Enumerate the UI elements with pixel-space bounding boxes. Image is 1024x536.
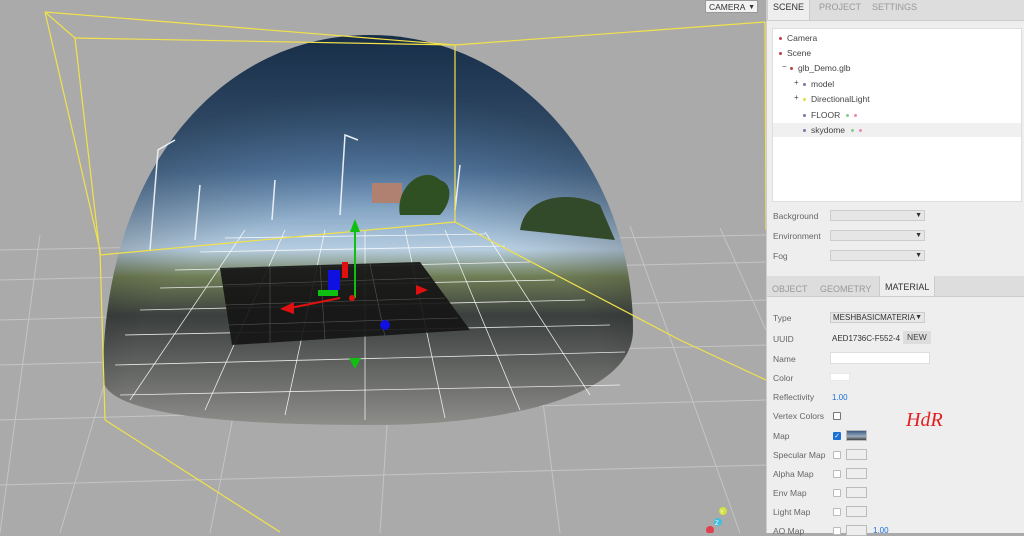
object-dot-icon bbox=[790, 67, 793, 71]
specular-map-slot[interactable] bbox=[846, 449, 867, 460]
color-swatch[interactable] bbox=[830, 373, 850, 381]
alpha-map-checkbox[interactable] bbox=[833, 470, 841, 478]
type-label: Type bbox=[773, 313, 792, 323]
chevron-down-icon: ▼ bbox=[915, 212, 922, 219]
light-map-label: Light Map bbox=[773, 507, 811, 517]
specular-map-checkbox[interactable] bbox=[833, 451, 841, 459]
uuid-value: AED1736C-F552-4 bbox=[832, 334, 901, 343]
ao-map-slot[interactable] bbox=[846, 525, 867, 536]
chevron-down-icon: ▼ bbox=[915, 314, 922, 321]
object-dot-icon bbox=[803, 129, 806, 133]
env-map-slot[interactable] bbox=[846, 487, 867, 498]
alpha-map-slot[interactable] bbox=[846, 468, 867, 479]
background-label: Background bbox=[773, 211, 819, 221]
object-dot-icon bbox=[779, 37, 782, 41]
map-label: Map bbox=[773, 431, 790, 441]
vertex-colors-label: Vertex Colors bbox=[773, 411, 825, 421]
expand-icon[interactable]: + bbox=[794, 78, 799, 87]
map-texture-thumbnail[interactable] bbox=[846, 430, 867, 441]
outliner-item-skydome[interactable]: skydome bbox=[773, 123, 1021, 137]
camera-select-value: CAMERA bbox=[709, 2, 746, 12]
chevron-down-icon: ▼ bbox=[915, 252, 922, 259]
outliner-label: model bbox=[811, 79, 835, 89]
tab-settings[interactable]: SETTINGS bbox=[867, 0, 922, 20]
axis-z-label: Z bbox=[715, 521, 719, 527]
outliner-label: FLOOR bbox=[811, 110, 841, 120]
tab-geometry[interactable]: GEOMETRY bbox=[815, 282, 876, 302]
outliner-label: glb_Demo.glb bbox=[798, 63, 851, 73]
object-dot-icon bbox=[803, 98, 806, 102]
object-dot-icon bbox=[803, 83, 806, 87]
outliner-item-model[interactable]: model bbox=[803, 77, 834, 91]
chevron-down-icon: ▼ bbox=[748, 4, 755, 11]
tab-material[interactable]: MATERIAL bbox=[879, 276, 936, 296]
reflectivity-value[interactable]: 1.00 bbox=[832, 393, 848, 402]
outliner-label: skydome bbox=[811, 125, 846, 135]
environment-select[interactable]: ▼ bbox=[830, 230, 925, 241]
background-select[interactable]: ▼ bbox=[830, 210, 925, 221]
outliner-item-camera[interactable]: Camera bbox=[779, 31, 817, 45]
specular-map-label: Specular Map bbox=[773, 450, 826, 460]
map-checkbox[interactable]: ✓ bbox=[833, 432, 841, 440]
material-type-select[interactable]: MESHBASICMATERIA ▼ bbox=[830, 312, 925, 323]
uuid-label: UUID bbox=[773, 334, 794, 344]
material-name-input[interactable] bbox=[830, 352, 930, 364]
object-tabs: OBJECT GEOMETRY MATERIAL bbox=[767, 276, 1024, 297]
ao-map-label: AO Map bbox=[773, 526, 805, 536]
object-dot-icon bbox=[779, 52, 782, 56]
material-dot-icon bbox=[854, 114, 858, 118]
outliner-item-glb-demo[interactable]: glb_Demo.glb bbox=[790, 61, 850, 75]
chevron-down-icon: ▼ bbox=[915, 232, 922, 239]
environment-label: Environment bbox=[773, 231, 821, 241]
outliner-item-floor[interactable]: FLOOR bbox=[803, 108, 862, 122]
collapse-icon[interactable]: − bbox=[782, 62, 787, 71]
hdr-annotation-text: HdR bbox=[906, 409, 943, 431]
alpha-map-label: Alpha Map bbox=[773, 469, 814, 479]
geometry-dot-icon bbox=[846, 114, 850, 118]
name-label: Name bbox=[773, 354, 796, 364]
3d-viewport[interactable]: Y Z CAMERA ▼ bbox=[0, 0, 766, 533]
reflectivity-label: Reflectivity bbox=[773, 392, 815, 402]
material-dot-icon bbox=[859, 129, 863, 133]
outliner-item-directional-light[interactable]: DirectionalLight bbox=[803, 92, 870, 106]
light-map-slot[interactable] bbox=[846, 506, 867, 517]
tab-object[interactable]: OBJECT bbox=[767, 282, 813, 302]
scene-outliner[interactable]: Camera Scene − glb_Demo.glb + model + Di… bbox=[772, 28, 1022, 202]
outliner-item-scene[interactable]: Scene bbox=[779, 46, 811, 60]
fog-select[interactable]: ▼ bbox=[830, 250, 925, 261]
new-uuid-button[interactable]: NEW bbox=[903, 331, 931, 344]
scene-tabs: SCENE PROJECT SETTINGS bbox=[767, 0, 1024, 21]
scene-canvas[interactable]: Y Z bbox=[0, 0, 766, 533]
vertex-colors-checkbox[interactable] bbox=[833, 412, 841, 420]
geometry-dot-icon bbox=[851, 129, 855, 133]
color-label: Color bbox=[773, 373, 794, 383]
material-type-value: MESHBASICMATERIA bbox=[833, 313, 916, 322]
ao-intensity-value[interactable]: 1.00 bbox=[873, 526, 889, 535]
camera-select[interactable]: CAMERA ▼ bbox=[705, 0, 758, 13]
tab-scene[interactable]: SCENE bbox=[767, 0, 811, 20]
outliner-label: Scene bbox=[787, 48, 812, 58]
axis-y-label: Y bbox=[720, 510, 724, 516]
ao-map-checkbox[interactable] bbox=[833, 527, 841, 535]
outliner-label: DirectionalLight bbox=[811, 94, 870, 104]
env-map-label: Env Map bbox=[773, 488, 807, 498]
expand-icon[interactable]: + bbox=[794, 93, 799, 102]
light-map-checkbox[interactable] bbox=[833, 508, 841, 516]
axes-helper: Y Z bbox=[706, 507, 727, 533]
outliner-label: Camera bbox=[787, 33, 818, 43]
tab-project[interactable]: PROJECT bbox=[814, 0, 866, 20]
fog-label: Fog bbox=[773, 251, 788, 261]
object-dot-icon bbox=[803, 114, 806, 118]
env-map-checkbox[interactable] bbox=[833, 489, 841, 497]
sidebar-panel: SCENE PROJECT SETTINGS Camera Scene − gl… bbox=[766, 0, 1024, 536]
